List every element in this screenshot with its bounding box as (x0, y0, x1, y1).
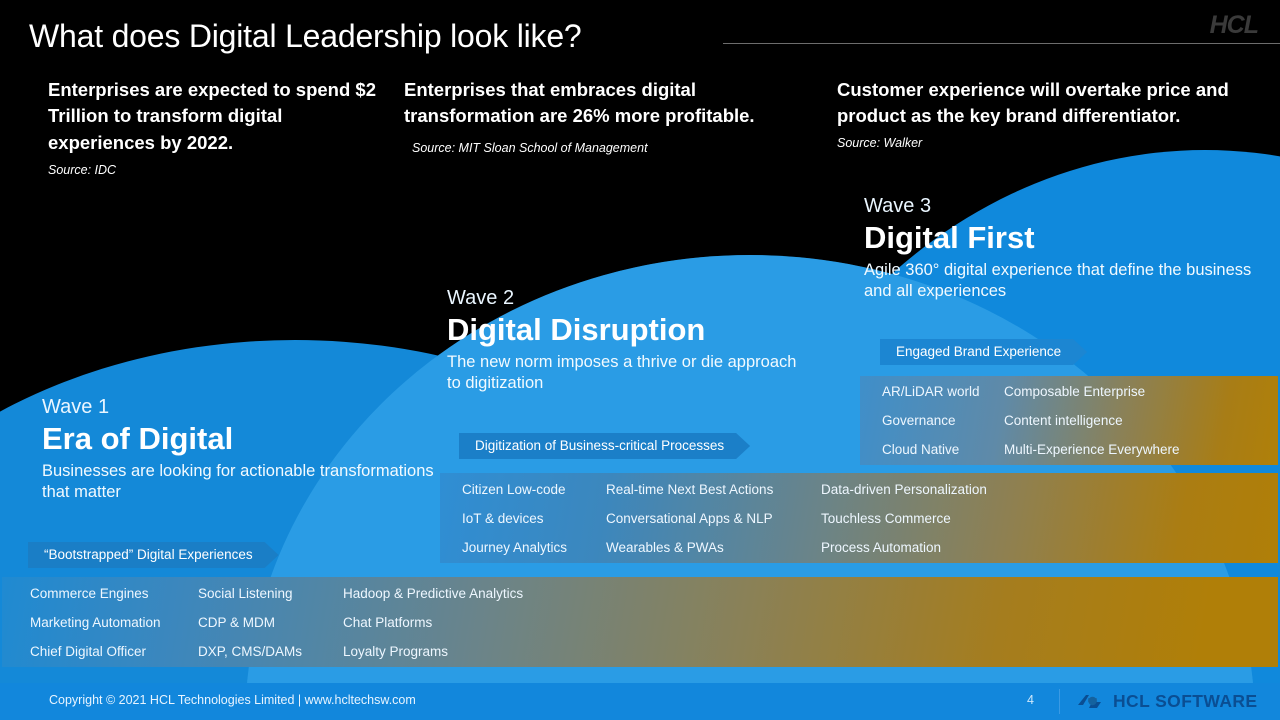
capability-item: Cloud Native (882, 442, 960, 457)
capability-item: Citizen Low-code (462, 481, 566, 497)
hcl-software-mark-icon (1078, 695, 1101, 708)
capability-item: Touchless Commerce (821, 510, 951, 526)
capability-item: Content intelligence (1004, 413, 1123, 428)
capability-item: CDP & MDM (198, 614, 276, 630)
capability-item: IoT & devices (462, 510, 544, 526)
footer-divider (1059, 689, 1060, 714)
capability-column: Data-driven Personalization Touchless Co… (821, 475, 987, 562)
wave-tag-3: Engaged Brand Experience (880, 339, 1087, 365)
page-number: 4 (1027, 693, 1034, 707)
capability-column: Citizen Low-code IoT & devices Journey A… (462, 475, 606, 562)
capability-column: AR/LiDAR world Governance Cloud Native (882, 377, 1004, 464)
capability-item: Commerce Engines (30, 585, 149, 601)
capability-item: Composable Enterprise (1004, 384, 1146, 399)
wave-description: Agile 360° digital experience that defin… (864, 260, 1252, 301)
slide-footer: Copyright © 2021 HCL Technologies Limite… (0, 683, 1280, 720)
wave-number: Wave 2 (447, 287, 515, 309)
wave-name: Digital First (864, 220, 1035, 255)
capability-item: Wearables & PWAs (606, 539, 724, 555)
capability-band-1: Commerce Engines Marketing Automation Ch… (2, 577, 1278, 667)
wave-name: Era of Digital (42, 421, 234, 456)
capability-item: Marketing Automation (30, 614, 161, 630)
capability-item: Multi-Experience Everywhere (1004, 442, 1180, 457)
wave-block-2: Wave 2 Digital Disruption The new norm i… (447, 287, 807, 395)
footer-copyright: Copyright © 2021 HCL Technologies Limite… (49, 693, 416, 707)
wave-block-1: Wave 1 Era of Digital Businesses are loo… (42, 396, 442, 504)
wave-number: Wave 1 (42, 396, 110, 418)
capability-band-2: Citizen Low-code IoT & devices Journey A… (440, 473, 1278, 563)
stat-headline: Customer experience will overtake price … (837, 79, 1229, 127)
capability-item: Data-driven Personalization (821, 481, 987, 497)
capability-column: Commerce Engines Marketing Automation Ch… (30, 579, 198, 666)
capability-item: Process Automation (821, 539, 942, 555)
capability-item: Real-time Next Best Actions (606, 481, 774, 497)
stat-headline: Enterprises are expected to spend $2 Tri… (48, 79, 376, 153)
capability-column: Real-time Next Best Actions Conversation… (606, 475, 821, 562)
capability-column: Social Listening CDP & MDM DXP, CMS/DAMs (198, 579, 343, 666)
stat-block-1: Enterprises are expected to spend $2 Tri… (48, 77, 378, 177)
capability-column: Hadoop & Predictive Analytics Chat Platf… (343, 579, 523, 666)
capability-band-3: AR/LiDAR world Governance Cloud Native C… (860, 376, 1278, 465)
capability-item: Chat Platforms (343, 614, 433, 630)
wave-description: The new norm imposes a thrive or die app… (447, 352, 797, 393)
wave-description: Businesses are looking for actionable tr… (42, 461, 434, 502)
header-divider (723, 43, 1280, 44)
stat-source: Source: MIT Sloan School of Management (412, 140, 648, 155)
stat-source: Source: IDC (48, 162, 117, 177)
wave-number: Wave 3 (864, 195, 932, 217)
capability-item: Conversational Apps & NLP (606, 510, 773, 526)
capability-item: AR/LiDAR world (882, 384, 980, 399)
capability-item: Journey Analytics (462, 539, 568, 555)
slide-canvas: What does Digital Leadership look like? … (0, 0, 1280, 720)
capability-item: DXP, CMS/DAMs (198, 643, 303, 659)
wave-name: Digital Disruption (447, 312, 706, 347)
wave-tag-2: Digitization of Business-critical Proces… (459, 433, 750, 459)
capability-column: Composable Enterprise Content intelligen… (1004, 377, 1180, 464)
wave-tag-1: “Bootstrapped” Digital Experiences (28, 542, 279, 568)
capability-item: Social Listening (198, 585, 293, 601)
capability-item: Governance (882, 413, 956, 428)
stat-source: Source: Walker (837, 135, 923, 150)
stat-block-2: Enterprises that embraces digital transf… (404, 77, 769, 155)
hcl-software-wordmark: HCL SOFTWARE (1113, 691, 1258, 711)
capability-item: Chief Digital Officer (30, 643, 147, 659)
stat-headline: Enterprises that embraces digital transf… (404, 79, 755, 127)
wave-block-3: Wave 3 Digital First Agile 360° digital … (864, 195, 1259, 303)
capability-item: Hadoop & Predictive Analytics (343, 585, 524, 601)
hcl-logo: HCL (1209, 11, 1259, 39)
page-title: What does Digital Leadership look like? (29, 18, 582, 54)
stat-block-3: Customer experience will overtake price … (837, 77, 1247, 150)
capability-item: Loyalty Programs (343, 643, 449, 659)
